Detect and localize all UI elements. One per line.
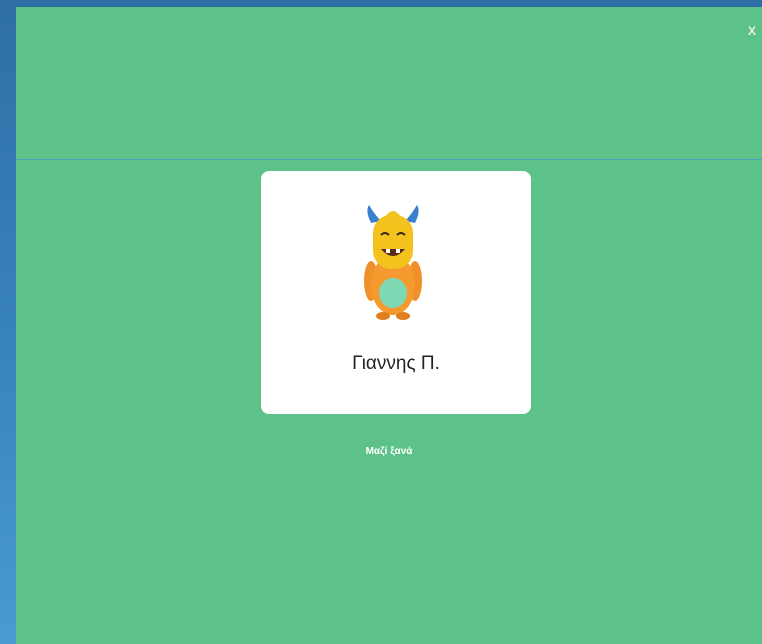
modal-header: x (16, 7, 762, 160)
action-link[interactable]: Μαζί ξανά (16, 446, 762, 457)
monster-avatar-icon (364, 205, 422, 320)
student-name: Γιαννης Π. (352, 353, 440, 374)
close-button[interactable]: x (748, 21, 762, 41)
student-modal: x Γιαννης Π. Μαζί ξανά (16, 7, 762, 644)
student-card[interactable]: Γιαννης Π. (261, 171, 531, 414)
